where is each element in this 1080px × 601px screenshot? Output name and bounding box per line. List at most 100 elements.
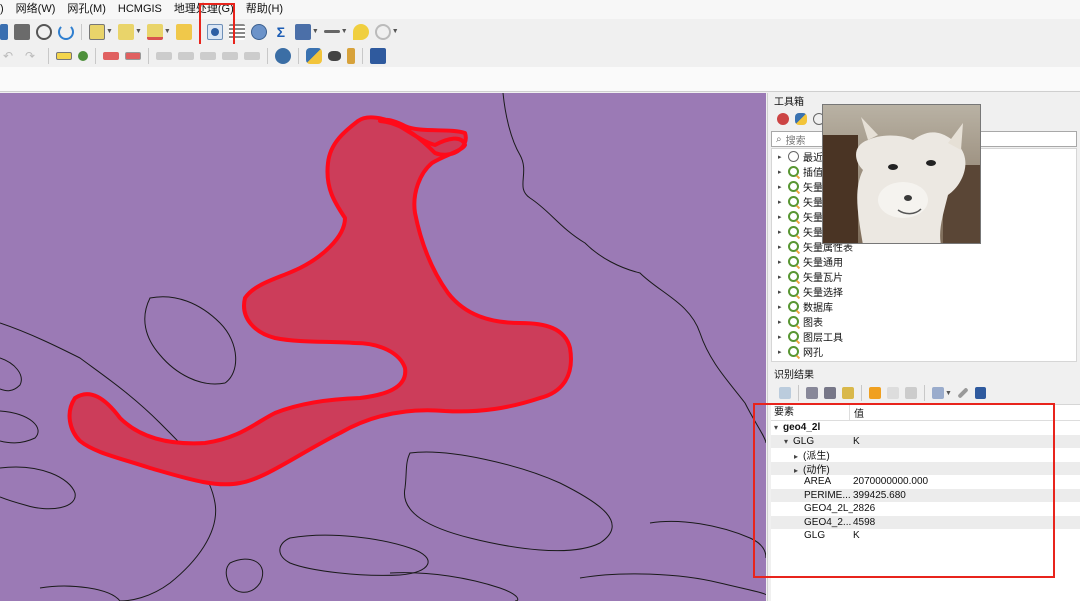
toolbox-tree-item-label: 网络分析	[803, 359, 843, 361]
menu-bar: ) 网络(W) 网孔(M) HCMGIS 地理处理(G) 帮助(H)	[0, 0, 1080, 19]
geology-boundary	[279, 534, 429, 576]
plugin-binoculars-icon[interactable]	[328, 50, 341, 61]
field-calculator-icon[interactable]	[294, 23, 311, 40]
label-highlight-icon[interactable]	[103, 51, 119, 60]
geology-boundary	[39, 585, 121, 601]
undo-icon[interactable]: ↶	[3, 48, 19, 64]
expand-arrow-icon[interactable]: ▸	[778, 273, 788, 281]
dropdown-arrow-icon[interactable]: ▼	[135, 28, 142, 35]
menu-mesh[interactable]: 网孔(M)	[61, 0, 112, 19]
collapse-tree-icon[interactable]	[806, 387, 818, 399]
expand-arrow-icon[interactable]: ▸	[778, 333, 788, 341]
select-location-icon[interactable]	[175, 23, 192, 40]
expand-arrow-icon[interactable]: ▸	[778, 318, 788, 326]
label-pin-icon[interactable]	[78, 50, 88, 61]
label-move-icon[interactable]	[156, 51, 172, 60]
deselect-icon[interactable]	[146, 23, 163, 40]
help-book-icon[interactable]	[974, 387, 986, 399]
toolbox-tree-item[interactable]: ▸网络分析	[772, 359, 1076, 362]
expand-arrow-icon[interactable]: ▸	[778, 348, 788, 356]
python-icon[interactable]	[306, 47, 322, 64]
label-hide-icon[interactable]	[125, 51, 141, 60]
sum-statistics-icon[interactable]: Σ	[273, 24, 289, 40]
toolbar-separator	[267, 47, 268, 64]
dropdown-arrow-icon[interactable]: ▼	[164, 28, 171, 35]
clear-results-icon[interactable]	[887, 387, 899, 399]
identify-mode-icon[interactable]	[932, 387, 944, 399]
toolbox-tree-item[interactable]: ▸ 矢量瓦片	[772, 269, 1076, 284]
expand-arrow-icon[interactable]: ▸	[778, 288, 788, 296]
toolbox-tree-item[interactable]: ▸ 数据库	[772, 299, 1076, 314]
dropdown-arrow-icon[interactable]: ▼	[392, 28, 399, 35]
save-icon[interactable]	[14, 23, 30, 40]
expand-arrow-icon[interactable]: ▸	[778, 183, 788, 191]
expand-arrow-icon[interactable]: ▸	[778, 243, 788, 251]
label-unpin-icon[interactable]	[244, 51, 260, 60]
select-by-value-icon[interactable]	[117, 23, 134, 40]
expand-arrow-icon[interactable]: ▸	[778, 198, 788, 206]
geology-boundary	[144, 296, 237, 385]
expand-arrow-icon[interactable]: ▸	[778, 153, 788, 161]
label-pin-gray-icon[interactable]	[222, 51, 238, 60]
globe-icon[interactable]	[275, 47, 291, 64]
label-icon[interactable]	[56, 51, 72, 60]
toolbox-tree-item-label: 矢量	[803, 183, 823, 194]
label-change-icon[interactable]	[200, 51, 216, 60]
measure-icon[interactable]	[323, 30, 340, 33]
menu-hcmgis[interactable]: HCMGIS	[112, 0, 168, 19]
clock-icon	[788, 151, 799, 162]
layer-icon[interactable]	[0, 23, 8, 40]
toolbox-tree-item[interactable]: ▸ 矢量通用	[772, 254, 1076, 269]
toolbar-separator	[798, 385, 799, 401]
expand-arrow-icon[interactable]: ▸	[778, 213, 788, 221]
plugin-bottle-icon[interactable]	[347, 47, 355, 64]
select-feature-icon[interactable]	[89, 23, 105, 40]
python-script-icon[interactable]	[795, 113, 807, 125]
gear-icon[interactable]	[374, 23, 391, 40]
dropdown-arrow-icon[interactable]: ▼	[106, 28, 113, 35]
menu-network[interactable]: 网络(W)	[10, 0, 62, 19]
qgis-icon	[788, 301, 799, 312]
settings-wrench-icon[interactable]	[957, 387, 969, 399]
toolbar-separator	[861, 385, 862, 401]
open-form-icon[interactable]	[842, 387, 854, 399]
toolbox-tree-item-label: 矢量	[803, 198, 823, 209]
print-icon[interactable]	[905, 387, 917, 399]
expand-tree-icon[interactable]	[779, 387, 791, 399]
toolbox-tree-item[interactable]: ▸ 矢量选择	[772, 284, 1076, 299]
toolbox-tree-item-label: 图层工具	[803, 333, 843, 344]
plugin-book-icon[interactable]	[370, 47, 386, 64]
toolbox-tree-item-label: 矢量通用	[803, 258, 843, 269]
dropdown-arrow-icon[interactable]: ▼	[945, 390, 952, 397]
dropdown-arrow-icon[interactable]: ▼	[312, 28, 319, 35]
expand-arrow-icon[interactable]: ▸	[778, 303, 788, 311]
geology-boundary	[0, 466, 76, 510]
expand-arrow-icon[interactable]: ▸	[778, 228, 788, 236]
refresh-icon[interactable]	[58, 23, 74, 40]
qgis-icon	[788, 241, 799, 252]
models-gear-icon[interactable]	[777, 113, 789, 125]
menu-edge: )	[0, 3, 4, 15]
toolbox-tree-item[interactable]: ▸ 图表	[772, 314, 1076, 329]
map-canvas[interactable]	[0, 93, 766, 601]
clock-icon[interactable]	[36, 23, 52, 40]
qgis-icon	[788, 361, 799, 362]
toolbar-separator	[298, 47, 299, 64]
redo-icon[interactable]: ↷	[25, 48, 41, 64]
label-rotate-icon[interactable]	[178, 51, 194, 60]
expand-new-icon[interactable]	[824, 387, 836, 399]
expand-arrow-icon[interactable]: ▸	[778, 168, 788, 176]
dropdown-arrow-icon[interactable]: ▼	[341, 28, 348, 35]
toolbox-tree-item[interactable]: ▸ 网孔	[772, 344, 1076, 359]
toolbox-gear-icon[interactable]	[250, 23, 267, 40]
expand-arrow-icon[interactable]: ▸	[778, 258, 788, 266]
geology-boundary	[0, 410, 39, 444]
toolbox-tree-item[interactable]: ▸ 图层工具	[772, 329, 1076, 344]
annotation-icon[interactable]	[352, 23, 369, 40]
copy-feature-icon[interactable]	[869, 387, 881, 399]
toolbox-tree-item-label: 矢量选择	[803, 288, 843, 299]
toolbox-tree-item-label: 最近	[803, 153, 823, 164]
qgis-icon	[788, 271, 799, 282]
digitizing-toolbar: ↶ ↷	[0, 44, 1080, 67]
menu-help[interactable]: 帮助(H)	[240, 0, 289, 19]
